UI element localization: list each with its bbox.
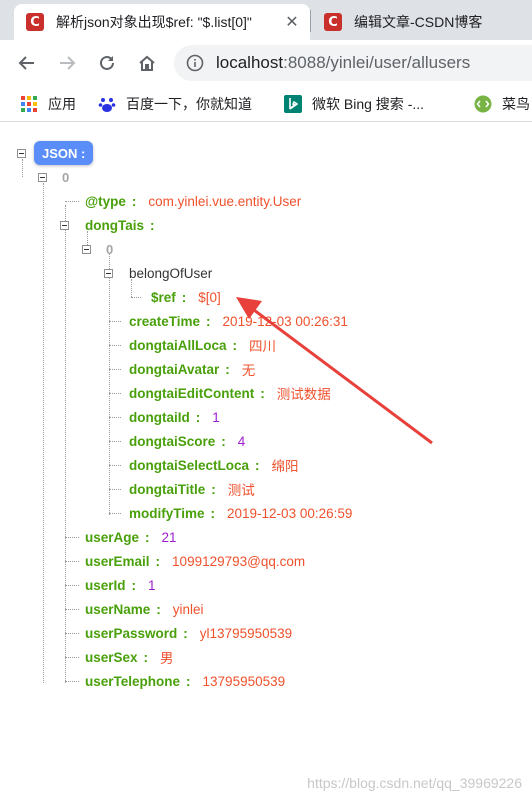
back-button[interactable] [14,50,40,76]
apps-grid-icon [21,96,37,112]
url-host: localhost [216,53,284,72]
arrow-left-icon [18,56,34,70]
arrow-right-icon [60,56,76,70]
home-icon [139,55,155,71]
bookmark-label: 应用 [48,96,76,112]
close-tab-icon[interactable]: ✕ [280,12,304,32]
watermark: https://blog.csdn.net/qq_39969226 [307,775,522,791]
bookmark-runoob[interactable]: 菜鸟 [474,94,530,114]
url-path: :8088/yinlei/user/allusers [283,53,471,72]
bookmark-label: 百度一下，你就知道 [126,96,252,112]
bookmark-bing[interactable]: 微软 Bing 搜索 -... [284,94,424,114]
browser-toolbar: localhost:8088/yinlei/user/allusers [0,40,532,86]
annotation-arrow-head [236,297,262,319]
tab-title: 解析json对象出现$ref: "$.list[0]" [56,14,252,30]
json-viewer: JSON : 0 @type: com.yinlei.vue.entity.Use… [0,123,532,803]
tab-separator [310,10,311,32]
bookmark-label: 微软 Bing 搜索 -... [312,96,425,112]
runoob-icon [474,95,492,113]
forward-button[interactable] [54,50,80,76]
bookmarks-bar: 应用 百度一下，你就知道 微软 Bing 搜索 -... 菜鸟 [0,86,532,122]
home-button[interactable] [134,50,160,76]
csdn-favicon-icon: C [26,13,44,31]
bookmark-apps[interactable]: 应用 [20,94,76,114]
tab-edit-article[interactable]: C 编辑文章-CSDN博客 [312,4,532,40]
url-text: localhost:8088/yinlei/user/allusers [216,53,470,73]
baidu-paw-icon [98,98,116,112]
csdn-favicon-icon: C [324,13,342,31]
address-bar[interactable]: localhost:8088/yinlei/user/allusers [174,45,532,81]
annotation-arrow [236,297,433,445]
reload-icon [100,55,114,70]
bookmark-baidu[interactable]: 百度一下，你就知道 [98,94,252,114]
tab-title: 编辑文章-CSDN博客 [354,14,483,30]
tab-strip: C 解析json对象出现$ref: "$.list[0]" ✕ C 编辑文章-C… [0,0,532,40]
info-icon [186,54,204,72]
reload-button[interactable] [94,50,120,76]
bookmark-label: 菜鸟 [502,96,530,112]
annotation-arrow-shaft [249,305,433,445]
bing-icon [284,95,302,113]
tab-json-article[interactable]: C 解析json对象出现$ref: "$.list[0]" ✕ [14,4,310,40]
